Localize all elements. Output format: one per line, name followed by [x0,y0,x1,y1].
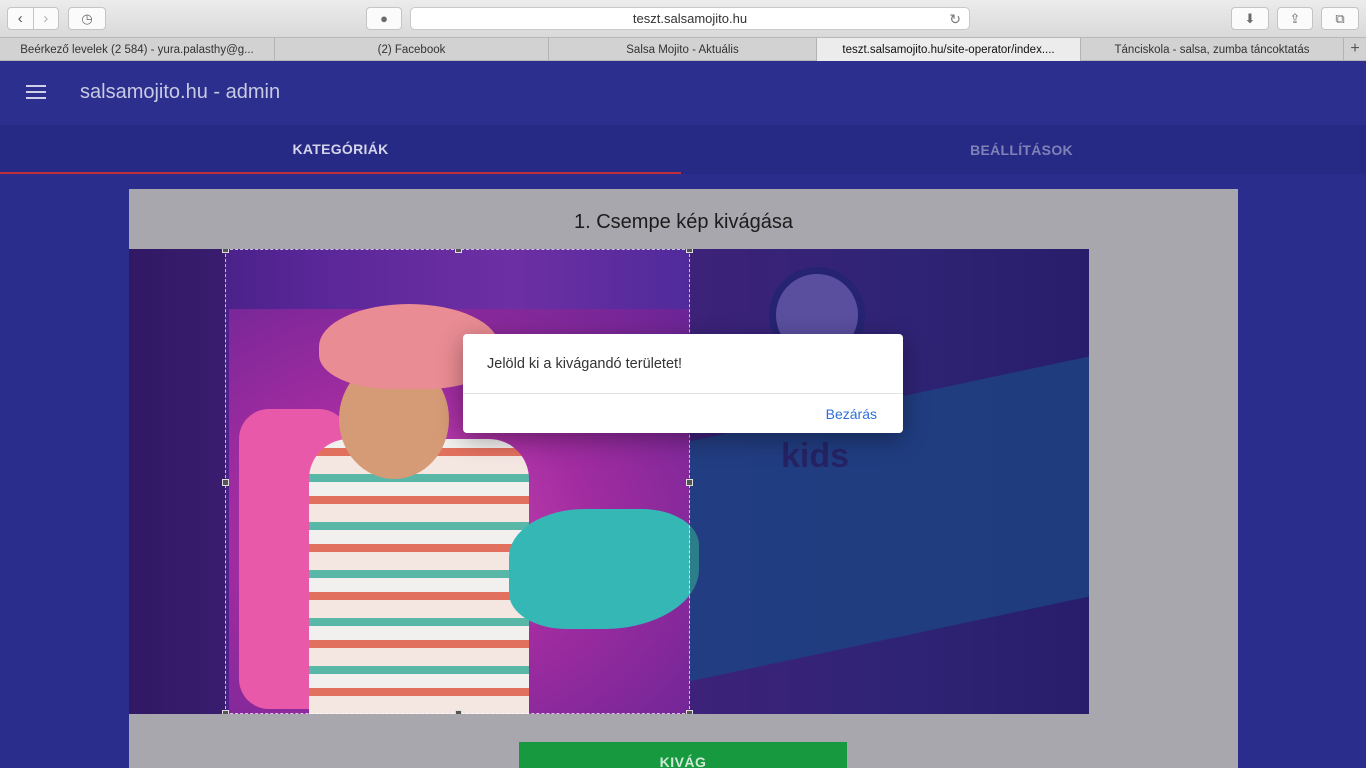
reload-icon[interactable]: ↻ [949,11,961,28]
crop-handle[interactable] [686,479,693,486]
crop-handle[interactable] [222,710,229,714]
app-bar: salsamojito.hu - admin [0,61,1366,125]
tab-kategoriak[interactable]: KATEGÓRIÁK [0,125,681,174]
browser-tab[interactable]: Salsa Mojito - Aktuális [549,38,817,61]
crop-handle[interactable] [455,249,462,253]
crop-handle[interactable] [686,249,693,253]
crop-button[interactable]: KIVÁG [519,742,847,768]
crop-handle[interactable] [686,710,693,714]
download-icon[interactable]: ⬇ [1231,7,1269,30]
tabs-overview-icon[interactable]: ⧉ [1321,7,1359,30]
browser-tab-active[interactable]: teszt.salsamojito.hu/site-operator/index… [817,38,1081,61]
crop-dim-right [690,249,1089,714]
dialog-message: Jelöld ki a kivágandó területet! [487,356,683,372]
browser-toolbar: ‹ › ◷ ● teszt.salsamojito.hu ↻ ⬇ ⇪ ⧉ [0,0,1366,38]
history-icon[interactable]: ◷ [68,7,106,30]
crop-handle[interactable] [222,249,229,253]
nav-tabs: KATEGÓRIÁK BEÁLLÍTÁSOK [0,125,1366,174]
crop-handle[interactable] [222,479,229,486]
browser-tab[interactable]: (2) Facebook [275,38,549,61]
app-title: salsamojito.hu - admin [80,81,281,103]
crop-dim-left [129,249,225,714]
share-icon[interactable]: ⇪ [1277,7,1313,30]
dialog-close-button[interactable]: Bezárás [826,406,877,422]
browser-tab[interactable]: Beérkező levelek (2 584) - yura.palasthy… [0,38,275,61]
browser-tabs: Beérkező levelek (2 584) - yura.palasthy… [0,38,1366,61]
crop-image[interactable]: kids [129,249,1089,714]
forward-icon[interactable]: › [32,8,59,29]
alert-dialog: Jelöld ki a kivágandó területet! Bezárás [463,334,903,433]
url-text: teszt.salsamojito.hu [632,11,748,26]
nav-buttons: ‹ › [7,7,59,30]
menu-icon[interactable] [26,85,46,99]
card-title: 1. Csempe kép kivágása [573,211,793,233]
address-bar[interactable]: teszt.salsamojito.hu ↻ [410,7,970,30]
dialog-divider [463,393,903,394]
crop-card: 1. Csempe kép kivágása kids KIVÁG [129,189,1238,768]
tab-beallitasok[interactable]: BEÁLLÍTÁSOK [681,125,1362,174]
privacy-icon[interactable]: ● [366,7,402,30]
back-icon[interactable]: ‹ [8,8,33,29]
crop-handle[interactable] [455,710,462,714]
new-tab-button[interactable]: + [1344,38,1366,60]
browser-tab[interactable]: Tánciskola - salsa, zumba táncoktatás [1081,38,1344,61]
crop-selection[interactable] [222,249,693,714]
